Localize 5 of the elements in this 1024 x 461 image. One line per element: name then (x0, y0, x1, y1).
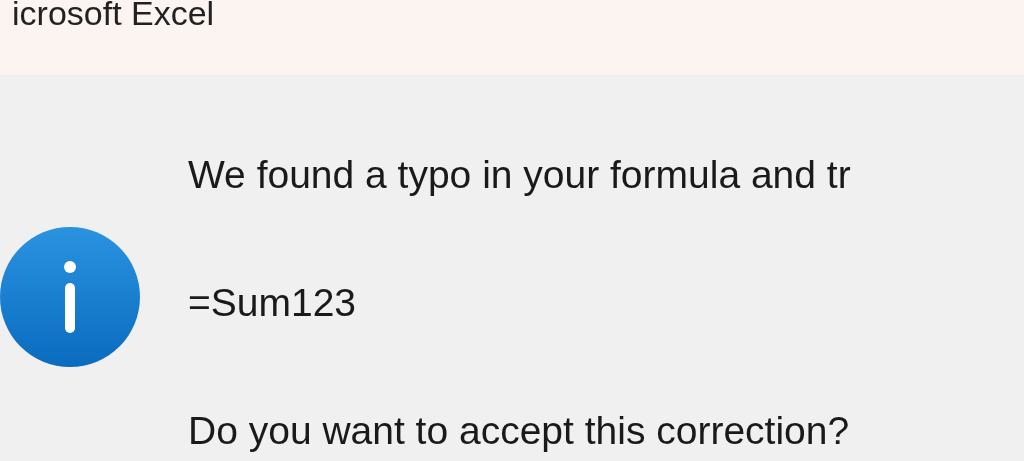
window-title: icrosoft Excel (12, 0, 215, 30)
info-icon (0, 227, 140, 367)
message-text: Do you want to accept this correction? (188, 408, 851, 454)
message-text: =Sum123 (188, 280, 358, 326)
message-text: We found a typo in your formula and tr (188, 152, 851, 198)
